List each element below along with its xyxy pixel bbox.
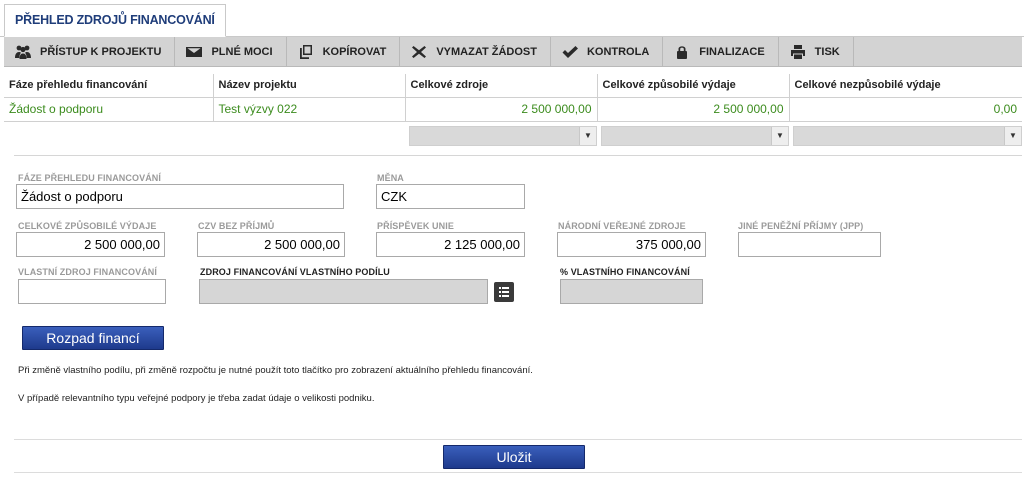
mena-field[interactable]: CZK (376, 184, 525, 209)
financing-overview-table: Fáze přehledu financování Název projektu… (4, 74, 1022, 122)
toolbar-button-label: FINALIZACE (699, 46, 765, 58)
column-header[interactable]: Název projektu (213, 74, 406, 98)
tab-prehled-zdroju-financovani[interactable]: PŘEHLED ZDROJŮ FINANCOVÁNÍ (4, 4, 226, 37)
finalizace-button[interactable]: FINALIZACE (663, 37, 779, 67)
filter-celkove-zpusobile-vydaje[interactable]: ▼ (601, 126, 789, 146)
kontrola-button[interactable]: KONTROLA (551, 37, 664, 67)
prispevek-unie-label: PŘÍSPĚVEK UNIE (377, 221, 454, 231)
lock-icon (677, 46, 688, 59)
kopirovat-button[interactable]: KOPÍROVAT (287, 37, 401, 67)
filter-row: ▼ ▼ ▼ (4, 124, 1022, 148)
toolbar-button-label: TISK (814, 46, 840, 58)
plne-moci-button[interactable]: PLNÉ MOCI (175, 37, 287, 67)
czv-bez-prijmu-label: CZV BEZ PŘÍJMŮ (198, 221, 275, 231)
jine-penezni-prijmy-label: JINÉ PENĚŽNÍ PŘÍJMY (JPP) (738, 221, 864, 231)
jine-penezni-prijmy-field[interactable] (738, 232, 881, 257)
vlastni-zdroj-field[interactable] (18, 279, 166, 304)
column-header[interactable]: Celkové způsobilé výdaje (597, 74, 790, 98)
toolbar-button-label: KONTROLA (586, 46, 650, 58)
note-velikost-podniku: V případě relevantního typu veřejné podp… (18, 393, 375, 404)
save-button[interactable]: Uložit (443, 445, 585, 469)
czv-bez-prijmu-field[interactable]: 2 500 000,00 (197, 232, 345, 257)
toolbar-button-label: VYMAZAT ŽÁDOST (436, 46, 537, 58)
divider (14, 439, 1022, 440)
narodni-verejne-zdroje-field[interactable]: 375 000,00 (557, 232, 706, 257)
chevron-down-icon[interactable]: ▼ (771, 127, 788, 145)
column-header[interactable]: Fáze přehledu financování (4, 74, 214, 98)
checkmark-icon (562, 46, 578, 58)
prispevek-unie-field[interactable]: 2 125 000,00 (376, 232, 525, 257)
printer-icon (790, 45, 805, 59)
faze-field[interactable]: Žádost o podporu (16, 184, 344, 209)
czv-label: CELKOVÉ ZPŮSOBILÉ VÝDAJE (18, 221, 157, 231)
x-icon (412, 46, 427, 58)
zdroj-vlastniho-podilu-label: ZDROJ FINANCOVÁNÍ VLASTNÍHO PODÍLU (200, 267, 390, 277)
mena-label: MĚNA (377, 173, 404, 183)
table-cell: 2 500 000,00 (597, 97, 790, 122)
table-cell: 0,00 (789, 97, 1022, 122)
tisk-button[interactable]: TISK (779, 37, 854, 67)
pct-vlastniho-financovani-label: % VLASTNÍHO FINANCOVÁNÍ (560, 267, 690, 277)
copy-icon (299, 45, 312, 59)
financing-form: FÁZE PŘEHLEDU FINANCOVÁNÍ Žádost o podpo… (14, 155, 1022, 473)
faze-label: FÁZE PŘEHLEDU FINANCOVÁNÍ (18, 173, 162, 183)
toolbar-button-label: PLNÉ MOCI (211, 46, 273, 58)
zdroj-vlastniho-podilu-field (199, 279, 488, 304)
rozpad-financi-button[interactable]: Rozpad financí (22, 326, 164, 350)
envelope-icon (186, 47, 203, 57)
filter-celkove-zdroje[interactable]: ▼ (409, 126, 597, 146)
narodni-verejne-zdroje-label: NÁRODNÍ VEŘEJNÉ ZDROJE (558, 221, 686, 231)
toolbar-button-label: PŘÍSTUP K PROJEKTU (40, 46, 162, 58)
pct-vlastniho-financovani-field (560, 279, 703, 304)
table-row[interactable]: Žádost o podporu Test výzvy 022 2 500 00… (4, 97, 1022, 122)
note-rozpad: Při změně vlastního podílu, při změně ro… (18, 365, 533, 376)
divider (14, 472, 1022, 473)
table-cell: Žádost o podporu (4, 97, 214, 122)
toolbar: PŘÍSTUP K PROJEKTU PLNÉ MOCI KOPÍROVAT V… (4, 37, 1022, 67)
table-cell: Test výzvy 022 (213, 97, 406, 122)
table-header-row: Fáze přehledu financování Název projektu… (4, 74, 1022, 98)
chevron-down-icon[interactable]: ▼ (579, 127, 596, 145)
chevron-down-icon[interactable]: ▼ (1004, 127, 1021, 145)
table-cell: 2 500 000,00 (405, 97, 598, 122)
czv-field[interactable]: 2 500 000,00 (16, 232, 165, 257)
filter-celkove-nezpusobile-vydaje[interactable]: ▼ (793, 126, 1022, 146)
column-header[interactable]: Celkové nezpůsobilé výdaje (789, 74, 1022, 98)
vlastni-zdroj-label: VLASTNÍ ZDROJ FINANCOVÁNÍ (18, 267, 158, 277)
vymazat-zadost-button[interactable]: VYMAZAT ŽÁDOST (400, 37, 551, 67)
toolbar-button-label: KOPÍROVAT (322, 46, 387, 58)
list-icon[interactable] (494, 282, 514, 302)
column-header[interactable]: Celkové zdroje (405, 74, 598, 98)
people-icon (15, 45, 31, 59)
pristup-k-projektu-button[interactable]: PŘÍSTUP K PROJEKTU (4, 37, 176, 67)
tab-bar: PŘEHLED ZDROJŮ FINANCOVÁNÍ (0, 0, 1024, 37)
